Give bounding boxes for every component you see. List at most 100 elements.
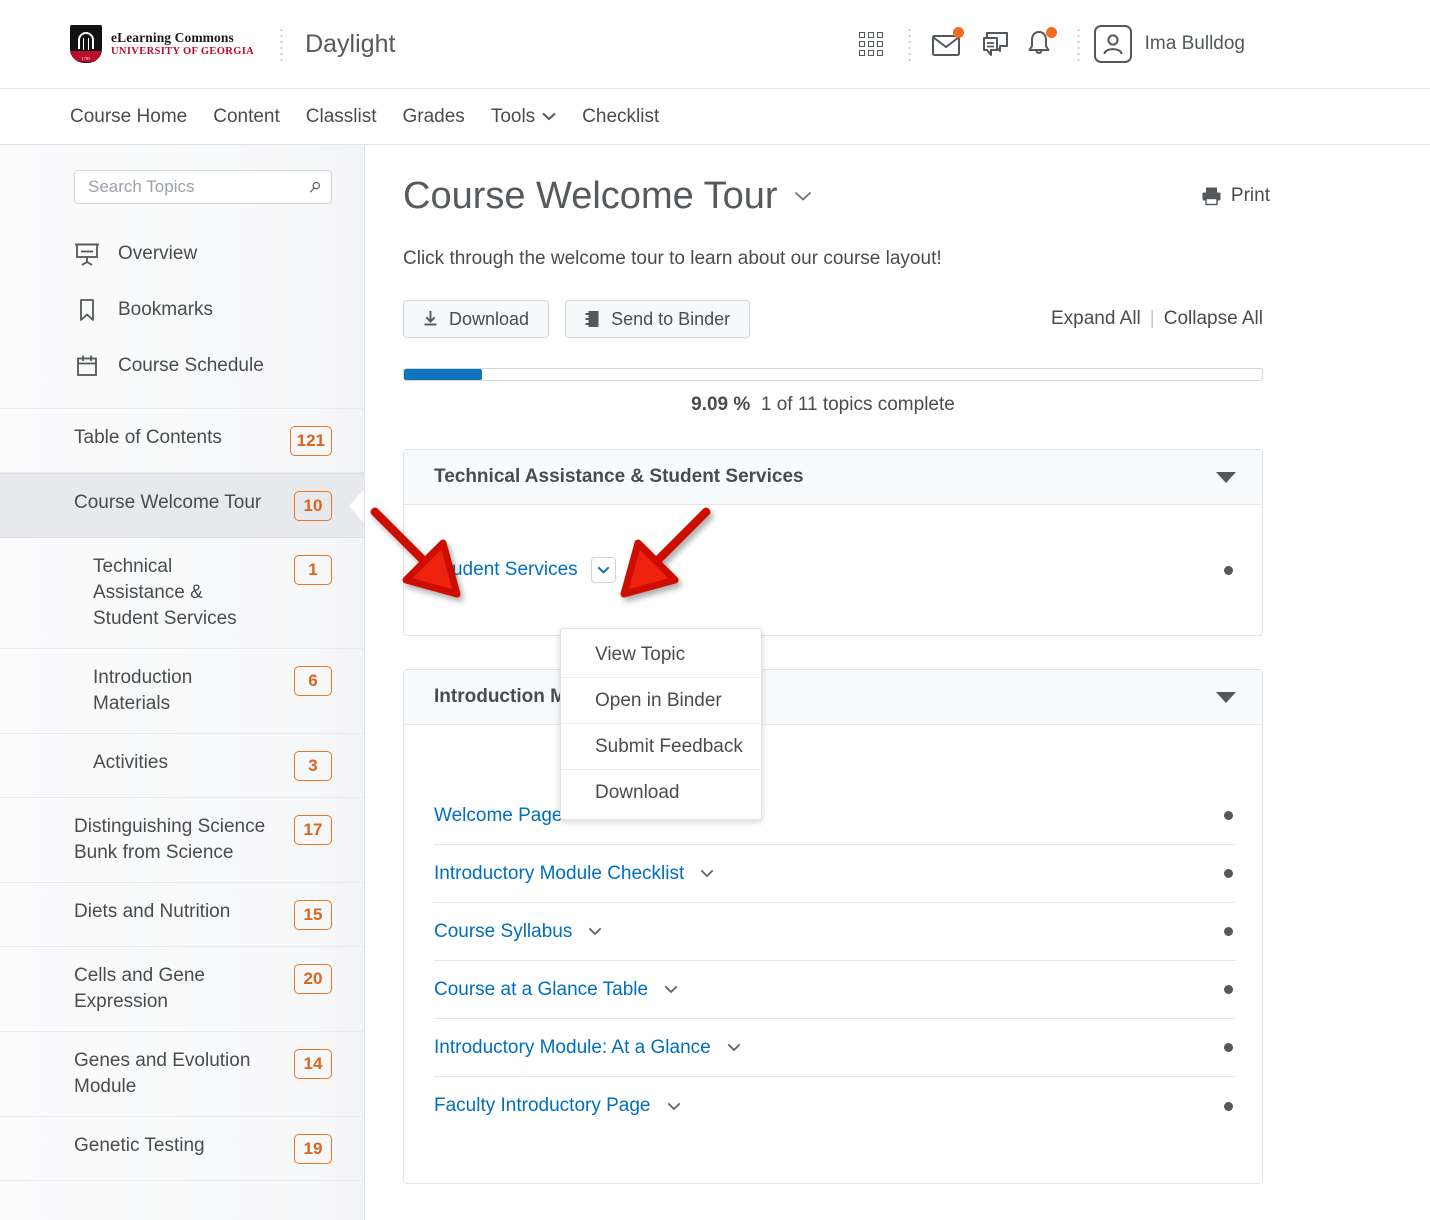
send-to-binder-button[interactable]: Send to Binder <box>565 300 751 338</box>
nav-item-tools[interactable]: Tools <box>491 106 556 128</box>
page-description: Click through the welcome tour to learn … <box>403 248 942 269</box>
toc-count-badge: 17 <box>294 815 332 845</box>
chat-bubble-icon[interactable] <box>971 21 1017 67</box>
product-title: Daylight <box>305 29 396 58</box>
topic-menu-button[interactable] <box>590 557 616 583</box>
toc-label: Diets and Nutrition <box>74 901 231 922</box>
sidebar-toc-genes-and-evolution[interactable]: Genes and Evolution Module 14 <box>0 1032 364 1117</box>
topic-link-introductory-module-checklist[interactable]: Introductory Module Checklist <box>434 863 684 885</box>
toc-count-badge: 14 <box>294 1049 332 1079</box>
sidebar-toc-technical-assistance[interactable]: Technical Assistance & Student Services … <box>0 538 364 649</box>
context-menu-item-view-topic[interactable]: View Topic <box>561 632 761 678</box>
module-title: Technical Assistance & Student Services <box>434 466 804 487</box>
user-avatar-icon <box>1093 25 1132 63</box>
nav-item-course-home[interactable]: Course Home <box>70 106 187 128</box>
context-menu-item-download[interactable]: Download <box>561 770 761 816</box>
progress-bar-track <box>403 368 1263 381</box>
sidebar-toc-distinguishing-science[interactable]: Distinguishing Science Bunk from Science… <box>0 798 364 883</box>
sidebar-toc-diets-and-nutrition[interactable]: Diets and Nutrition 15 <box>0 883 364 947</box>
content-action-bar: Download Send to Binder Expand All | Col… <box>403 300 1263 338</box>
topic-link-course-at-a-glance-table[interactable]: Course at a Glance Table <box>434 979 648 1001</box>
nav-label: Course Home <box>70 105 188 127</box>
page-title-chevron-down-icon[interactable] <box>794 187 812 207</box>
sidebar-item-course-schedule[interactable]: Course Schedule <box>74 338 364 394</box>
topic-completion-dot <box>1224 1043 1233 1052</box>
module-topic-list: Student Services <box>404 505 1262 635</box>
nav-label: Tools <box>490 105 536 127</box>
print-button[interactable]: Print <box>1201 185 1270 207</box>
collapse-all-link[interactable]: Collapse All <box>1164 308 1263 330</box>
nav-item-content[interactable]: Content <box>213 106 280 128</box>
triangle-down-icon[interactable] <box>1216 691 1236 703</box>
toc-label: Genes and Evolution Module <box>74 1050 251 1097</box>
topic-completion-dot <box>1224 927 1233 936</box>
topic-menu-chevron-down-icon[interactable] <box>661 985 681 994</box>
toc-label: Introduction Materials <box>93 667 193 714</box>
module-header-introduction-materials[interactable]: Introduction Materials <box>404 670 1262 725</box>
brand-title: eLearning Commons <box>111 30 234 46</box>
topic-row: Course Syllabus <box>434 903 1236 961</box>
sidebar-toc-activities[interactable]: Activities 3 <box>0 734 364 798</box>
progress-bar-fill <box>404 369 482 380</box>
page-title-row: Course Welcome Tour <box>403 175 1263 218</box>
sidebar-toc-genetic-testing[interactable]: Genetic Testing 19 <box>0 1117 364 1181</box>
header-actions: Ima Bulldog <box>848 21 1430 67</box>
topic-menu-chevron-down-icon[interactable] <box>724 1043 744 1052</box>
toc-count-badge: 121 <box>289 426 332 456</box>
search-input[interactable] <box>88 177 309 197</box>
download-button-label: Download <box>449 308 530 329</box>
envelope-icon[interactable] <box>925 21 971 67</box>
nav-item-grades[interactable]: Grades <box>403 106 465 128</box>
page-title: Course Welcome Tour <box>403 175 778 217</box>
sidebar-toc-course-welcome-tour[interactable]: Course Welcome Tour 10 <box>0 473 364 538</box>
sidebar-toc-cells-and-gene-expression[interactable]: Cells and Gene Expression 20 <box>0 947 364 1032</box>
nav-label: Checklist <box>582 105 660 127</box>
brand-area[interactable]: 1785 eLearning Commons UNIVERSITY OF GEO… <box>70 25 254 63</box>
topic-menu-chevron-down-icon[interactable] <box>697 869 717 878</box>
topic-link-welcome-page[interactable]: Welcome Page <box>434 805 563 827</box>
header-divider <box>280 27 284 61</box>
topic-link-introductory-module-at-a-glance[interactable]: Introductory Module: At a Glance <box>434 1037 711 1059</box>
nav-label: Classlist <box>305 105 377 127</box>
topic-link-faculty-introductory-page[interactable]: Faculty Introductory Page <box>434 1095 651 1117</box>
search-topics-box[interactable] <box>74 170 332 204</box>
sidebar-toc-table-of-contents[interactable]: Table of Contents 121 <box>0 408 364 473</box>
chevron-down-icon <box>542 112 556 121</box>
calendar-icon <box>77 355 97 376</box>
sidebar-item-overview[interactable]: Overview <box>74 226 364 282</box>
top-header-bar: 1785 eLearning Commons UNIVERSITY OF GEO… <box>0 0 1430 88</box>
user-menu[interactable]: Ima Bulldog <box>1093 25 1245 63</box>
print-label: Print <box>1230 185 1270 206</box>
topic-menu-chevron-down-icon[interactable] <box>664 1102 684 1111</box>
module-spacer <box>434 1135 1236 1183</box>
topic-completion-dot <box>1224 1101 1233 1111</box>
apps-grid-icon[interactable] <box>848 21 894 67</box>
toc-label: Cells and Gene Expression <box>74 965 205 1012</box>
sidebar-item-bookmarks[interactable]: Bookmarks <box>74 282 364 338</box>
topic-row: Introductory Module Checklist <box>434 845 1236 903</box>
sidebar-item-label: Course Schedule <box>118 355 264 376</box>
sidebar-toc-introduction-materials[interactable]: Introduction Materials 6 <box>0 649 364 734</box>
nav-label: Content <box>213 105 280 127</box>
topic-menu-chevron-down-icon[interactable] <box>585 927 605 936</box>
sidebar-quick-links: Overview Bookmarks Course Schedule <box>0 204 364 394</box>
download-button[interactable]: Download <box>403 300 550 338</box>
toc-count-badge: 15 <box>294 900 332 930</box>
nav-item-checklist[interactable]: Checklist <box>582 106 659 128</box>
module-header-technical-assistance[interactable]: Technical Assistance & Student Services <box>404 450 1262 505</box>
context-menu-item-submit-feedback[interactable]: Submit Feedback <box>561 724 761 770</box>
printer-icon <box>1202 187 1221 206</box>
module-topic-list: Welcome Page Introductory Module Checkli… <box>404 725 1262 1183</box>
search-icon[interactable] <box>309 178 321 197</box>
toc-count-badge: 10 <box>294 491 332 521</box>
topic-link-student-services[interactable]: Student Services <box>434 559 578 581</box>
triangle-down-icon[interactable] <box>1216 471 1236 483</box>
expand-all-link[interactable]: Expand All <box>1051 308 1141 330</box>
nav-item-classlist[interactable]: Classlist <box>306 106 377 128</box>
bell-icon[interactable] <box>1017 21 1063 67</box>
topic-link-course-syllabus[interactable]: Course Syllabus <box>434 921 572 943</box>
progress-status: 9.09 % 1 of 11 topics complete <box>403 394 1263 416</box>
context-menu-item-open-in-binder[interactable]: Open in Binder <box>561 678 761 724</box>
topic-row: Faculty Introductory Page <box>434 1077 1236 1135</box>
topic-completion-dot <box>1224 565 1233 575</box>
